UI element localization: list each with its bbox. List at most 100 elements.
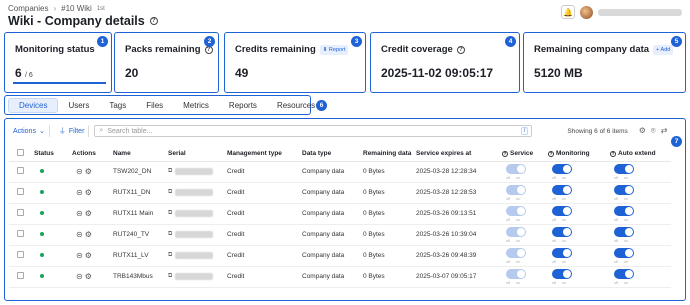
service-toggle[interactable] <box>506 247 526 258</box>
auto-extend-toggle[interactable] <box>614 247 634 258</box>
tab-tags[interactable]: Tags <box>99 98 136 113</box>
row-checkbox[interactable] <box>9 161 34 183</box>
service-col: off on <box>502 203 548 225</box>
toggle-on-label: on <box>515 238 520 243</box>
table-row[interactable]: ⊝ ⚙ RUTX11_DN ⧉ Credit Company data 0 Byt… <box>9 182 671 204</box>
management-type: Credit <box>227 203 302 225</box>
device-name[interactable]: RUTX11 Main <box>113 203 168 225</box>
service-col: off on <box>502 245 548 267</box>
remote-access-icon[interactable]: ⊝ <box>76 251 83 260</box>
remote-access-icon[interactable]: ⊝ <box>76 272 83 281</box>
service-toggle[interactable] <box>506 184 526 195</box>
row-checkbox[interactable] <box>9 266 34 288</box>
auto-extend-toggle[interactable] <box>614 226 634 237</box>
settings-icon[interactable]: ⚙ <box>85 230 92 239</box>
help-icon[interactable]: ? <box>456 45 465 54</box>
settings-icon[interactable]: ⚙ <box>85 251 92 260</box>
monitoring-toggle[interactable] <box>552 226 572 237</box>
service-toggle[interactable] <box>506 205 526 216</box>
row-checkbox[interactable] <box>9 245 34 267</box>
bell-icon[interactable]: 🔔 <box>561 5 575 19</box>
col-name[interactable]: Name <box>113 147 168 162</box>
auto-extend-toggle[interactable] <box>614 268 634 279</box>
col-auto-extend[interactable]: ? Auto extend <box>610 147 671 162</box>
copy-icon[interactable]: ⧉ <box>168 252 172 259</box>
toggle-on-label: on <box>515 280 520 285</box>
device-name[interactable]: TRB143Mbus <box>113 266 168 288</box>
remote-access-icon[interactable]: ⊝ <box>76 188 83 197</box>
table-row[interactable]: ⊝ ⚙ TSW202_DN ⧉ Credit Company data 0 Byt… <box>9 161 671 183</box>
row-checkbox[interactable] <box>9 182 34 204</box>
location-icon[interactable]: ⌾ <box>651 126 656 136</box>
card-monitoring-status: Monitoring status 6 / 6 1 <box>4 32 112 93</box>
settings-icon[interactable]: ⚙ <box>85 188 92 197</box>
auto-extend-cell: off on <box>610 226 671 243</box>
auto-extend-toggle[interactable] <box>614 163 634 174</box>
tab-reports[interactable]: Reports <box>219 98 267 113</box>
report-button[interactable]: ⬇ Report <box>319 44 349 55</box>
refresh-icon[interactable]: ⇄ <box>661 126 668 136</box>
remote-access-icon[interactable]: ⊝ <box>76 167 83 176</box>
service-toggle[interactable] <box>506 268 526 279</box>
avatar[interactable] <box>580 5 593 19</box>
breadcrumb-companies[interactable]: Companies <box>8 4 48 13</box>
remote-access-icon[interactable]: ⊝ <box>76 230 83 239</box>
auto-extend-toggle[interactable] <box>614 184 634 195</box>
select-all-checkbox[interactable] <box>9 147 34 162</box>
row-checkbox[interactable] <box>9 203 34 225</box>
service-toggle[interactable] <box>506 226 526 237</box>
monitoring-toggle[interactable] <box>552 268 572 279</box>
col-service-expires[interactable]: Service expires at <box>416 147 502 162</box>
toggle-off-label: off <box>552 238 556 243</box>
toggle-on-label: on <box>623 217 628 222</box>
copy-icon[interactable]: ⧉ <box>168 231 172 238</box>
col-service[interactable]: ? Service <box>502 147 548 162</box>
tab-devices[interactable]: Devices <box>8 97 59 113</box>
auto-extend-cell: off on <box>610 268 671 285</box>
tab-metrics[interactable]: Metrics <box>173 98 219 113</box>
col-remaining-data[interactable]: Remaining data <box>363 147 416 162</box>
monitoring-toggle[interactable] <box>552 163 572 174</box>
device-name[interactable]: TSW202_DN <box>113 161 168 183</box>
remote-access-icon[interactable]: ⊝ <box>76 209 83 218</box>
table-row[interactable]: ⊝ ⚙ RUT240_TV ⧉ Credit Company data 0 Byt… <box>9 224 671 246</box>
settings-icon[interactable]: ⚙ <box>639 126 646 136</box>
table-row[interactable]: ⊝ ⚙ TRB143Mbus ⧉ Credit Company data 0 By… <box>9 266 671 288</box>
copy-icon[interactable]: ⧉ <box>168 210 172 217</box>
copy-icon[interactable]: ⧉ <box>168 189 172 196</box>
settings-icon[interactable]: ⚙ <box>85 209 92 218</box>
filter-button[interactable]: ⏚ Filter <box>55 125 90 137</box>
monitoring-toggle[interactable] <box>552 247 572 258</box>
device-serial: ⧉ <box>168 203 227 225</box>
monitoring-toggle[interactable] <box>552 205 572 216</box>
service-toggle[interactable] <box>506 163 526 174</box>
row-checkbox[interactable] <box>9 224 34 246</box>
card-value: 49 <box>235 66 249 80</box>
monitoring-toggle[interactable] <box>552 184 572 195</box>
help-icon[interactable]: ? <box>149 17 158 25</box>
device-name[interactable]: RUTX11_LV <box>113 245 168 267</box>
col-data-type[interactable]: Data type <box>302 147 363 162</box>
col-management-type[interactable]: Management type <box>227 147 302 162</box>
device-name[interactable]: RUTX11_DN <box>113 182 168 204</box>
serial-redacted <box>175 168 214 175</box>
settings-icon[interactable]: ⚙ <box>85 167 92 176</box>
col-status[interactable]: Status <box>34 147 72 162</box>
table-row[interactable]: ⊝ ⚙ RUTX11 Main ⧉ Credit Company data 0 B… <box>9 203 671 225</box>
auto-extend-toggle[interactable] <box>614 205 634 216</box>
tab-files[interactable]: Files <box>136 98 173 113</box>
tab-bar: Devices Users Tags Files Metrics Reports… <box>4 95 327 115</box>
device-name[interactable]: RUT240_TV <box>113 224 168 246</box>
breadcrumb-company[interactable]: #10 Wiki <box>61 4 92 13</box>
copy-icon[interactable]: ⧉ <box>168 168 172 175</box>
settings-icon[interactable]: ⚙ <box>85 272 92 281</box>
col-monitoring[interactable]: ? Monitoring <box>548 147 610 162</box>
add-data-button[interactable]: + Add <box>653 44 674 55</box>
username-redacted[interactable] <box>598 8 682 16</box>
col-serial[interactable]: Serial <box>168 147 227 162</box>
tab-users[interactable]: Users <box>58 98 99 113</box>
actions-dropdown[interactable]: Actions ⌄ <box>9 125 50 137</box>
search-input[interactable]: ⌕ Search table... / <box>94 125 533 137</box>
copy-icon[interactable]: ⧉ <box>168 273 172 280</box>
table-row[interactable]: ⊝ ⚙ RUTX11_LV ⧉ Credit Company data 0 Byt… <box>9 245 671 267</box>
